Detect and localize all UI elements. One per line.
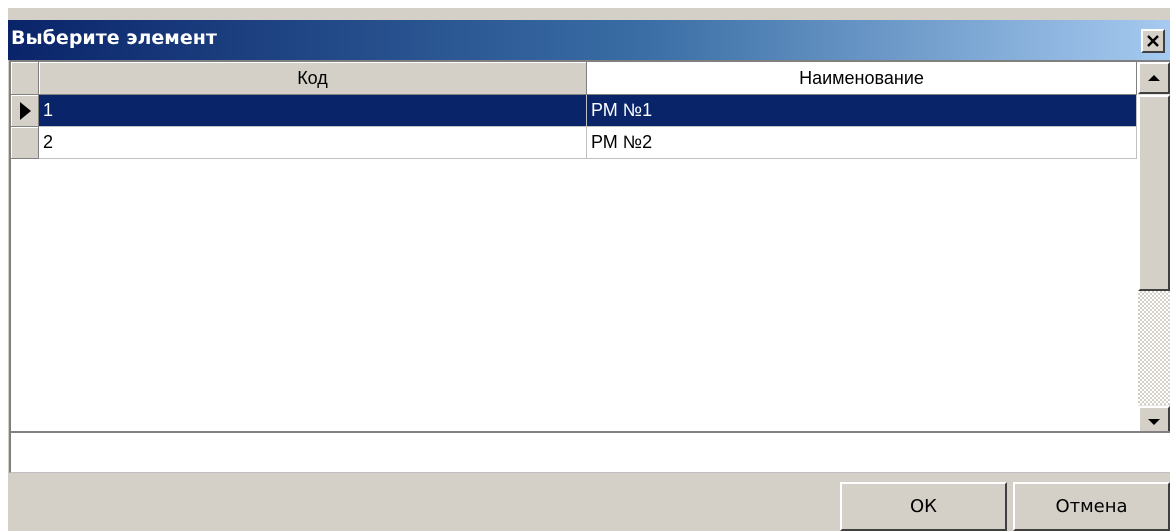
select-element-dialog: Выберите элемент Код Наименование 1 РМ №… — [8, 8, 1170, 531]
table-row-name[interactable]: РМ №2 — [587, 127, 1137, 159]
scrollbar-track[interactable] — [1138, 291, 1170, 405]
items-grid[interactable]: Код Наименование 1 РМ №1 2 РМ №2 — [9, 60, 1170, 438]
scroll-up-button[interactable] — [1138, 62, 1170, 94]
column-header-name[interactable]: Наименование — [587, 62, 1137, 95]
arrow-up-icon — [1148, 75, 1160, 81]
scrollbar-thumb[interactable] — [1138, 95, 1170, 291]
table-row-code[interactable]: 1 — [39, 95, 587, 127]
table-row-code[interactable]: 2 — [39, 127, 587, 159]
row-indicator[interactable] — [11, 95, 39, 127]
ok-button[interactable]: ОК — [840, 482, 1007, 531]
close-button[interactable] — [1141, 29, 1165, 53]
close-icon — [1147, 35, 1159, 47]
arrow-down-icon — [1148, 419, 1160, 425]
cancel-button[interactable]: Отмена — [1013, 482, 1170, 531]
row-indicator[interactable] — [11, 127, 39, 159]
title-bar[interactable]: Выберите элемент — [8, 20, 1170, 60]
triangle-right-icon — [20, 102, 31, 120]
filter-field[interactable] — [9, 431, 1170, 473]
table-row-name[interactable]: РМ №1 — [587, 95, 1137, 127]
column-header-code[interactable]: Код — [39, 62, 587, 95]
dialog-title: Выберите элемент — [11, 27, 217, 49]
header-corner — [11, 62, 39, 95]
vertical-scrollbar[interactable] — [1138, 62, 1170, 438]
